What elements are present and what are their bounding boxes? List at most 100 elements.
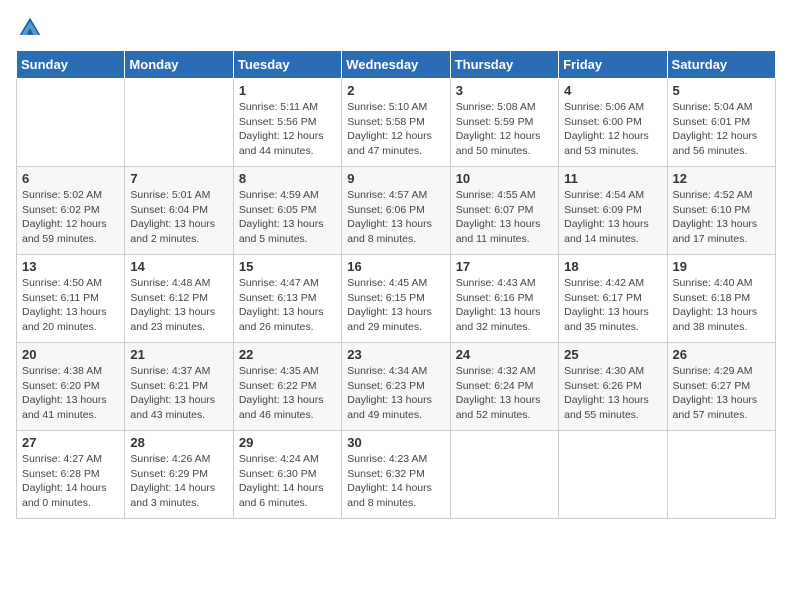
cell-detail: Sunrise: 4:34 AM Sunset: 6:23 PM Dayligh…	[347, 364, 444, 423]
day-number: 5	[673, 83, 770, 98]
calendar-cell: 4 Sunrise: 5:06 AM Sunset: 6:00 PM Daylig…	[559, 79, 667, 167]
cell-detail: Sunrise: 4:54 AM Sunset: 6:09 PM Dayligh…	[564, 188, 661, 247]
cell-detail: Sunrise: 4:59 AM Sunset: 6:05 PM Dayligh…	[239, 188, 336, 247]
cell-detail: Sunrise: 4:48 AM Sunset: 6:12 PM Dayligh…	[130, 276, 227, 335]
calendar-cell: 17 Sunrise: 4:43 AM Sunset: 6:16 PM Dayli…	[450, 255, 558, 343]
cell-detail: Sunrise: 5:02 AM Sunset: 6:02 PM Dayligh…	[22, 188, 119, 247]
calendar-cell: 16 Sunrise: 4:45 AM Sunset: 6:15 PM Dayli…	[342, 255, 450, 343]
cell-detail: Sunrise: 4:26 AM Sunset: 6:29 PM Dayligh…	[130, 452, 227, 511]
calendar-cell: 24 Sunrise: 4:32 AM Sunset: 6:24 PM Dayli…	[450, 343, 558, 431]
cell-detail: Sunrise: 4:24 AM Sunset: 6:30 PM Dayligh…	[239, 452, 336, 511]
logo-icon	[18, 16, 42, 40]
calendar-cell: 29 Sunrise: 4:24 AM Sunset: 6:30 PM Dayli…	[233, 431, 341, 519]
day-number: 21	[130, 347, 227, 362]
calendar-cell: 20 Sunrise: 4:38 AM Sunset: 6:20 PM Dayli…	[17, 343, 125, 431]
day-number: 6	[22, 171, 119, 186]
calendar-cell: 23 Sunrise: 4:34 AM Sunset: 6:23 PM Dayli…	[342, 343, 450, 431]
day-number: 4	[564, 83, 661, 98]
weekday-header-saturday: Saturday	[667, 51, 775, 79]
cell-detail: Sunrise: 5:04 AM Sunset: 6:01 PM Dayligh…	[673, 100, 770, 159]
cell-detail: Sunrise: 4:47 AM Sunset: 6:13 PM Dayligh…	[239, 276, 336, 335]
calendar-cell: 28 Sunrise: 4:26 AM Sunset: 6:29 PM Dayli…	[125, 431, 233, 519]
day-number: 2	[347, 83, 444, 98]
weekday-header-sunday: Sunday	[17, 51, 125, 79]
calendar-cell: 10 Sunrise: 4:55 AM Sunset: 6:07 PM Dayli…	[450, 167, 558, 255]
cell-detail: Sunrise: 5:10 AM Sunset: 5:58 PM Dayligh…	[347, 100, 444, 159]
calendar-cell: 26 Sunrise: 4:29 AM Sunset: 6:27 PM Dayli…	[667, 343, 775, 431]
cell-detail: Sunrise: 5:08 AM Sunset: 5:59 PM Dayligh…	[456, 100, 553, 159]
day-number: 3	[456, 83, 553, 98]
calendar-cell: 2 Sunrise: 5:10 AM Sunset: 5:58 PM Daylig…	[342, 79, 450, 167]
week-row-5: 27Sunrise: 4:27 AM Sunset: 6:28 PM Dayli…	[17, 431, 776, 519]
weekday-header-monday: Monday	[125, 51, 233, 79]
day-number: 10	[456, 171, 553, 186]
calendar-cell: 18Sunrise: 4:42 AM Sunset: 6:17 PM Dayli…	[559, 255, 667, 343]
cell-detail: Sunrise: 5:01 AM Sunset: 6:04 PM Dayligh…	[130, 188, 227, 247]
day-number: 14	[130, 259, 227, 274]
cell-detail: Sunrise: 4:43 AM Sunset: 6:16 PM Dayligh…	[456, 276, 553, 335]
cell-detail: Sunrise: 5:11 AM Sunset: 5:56 PM Dayligh…	[239, 100, 336, 159]
day-number: 24	[456, 347, 553, 362]
calendar-cell: 5 Sunrise: 5:04 AM Sunset: 6:01 PM Daylig…	[667, 79, 775, 167]
day-number: 26	[673, 347, 770, 362]
calendar-cell: 22 Sunrise: 4:35 AM Sunset: 6:22 PM Dayli…	[233, 343, 341, 431]
day-number: 22	[239, 347, 336, 362]
cell-detail: Sunrise: 5:06 AM Sunset: 6:00 PM Dayligh…	[564, 100, 661, 159]
cell-detail: Sunrise: 4:23 AM Sunset: 6:32 PM Dayligh…	[347, 452, 444, 511]
week-row-1: 1 Sunrise: 5:11 AM Sunset: 5:56 PM Daylig…	[17, 79, 776, 167]
week-row-4: 20 Sunrise: 4:38 AM Sunset: 6:20 PM Dayli…	[17, 343, 776, 431]
day-number: 20	[22, 347, 119, 362]
cell-detail: Sunrise: 4:30 AM Sunset: 6:26 PM Dayligh…	[564, 364, 661, 423]
day-number: 25	[564, 347, 661, 362]
calendar-cell: 13 Sunrise: 4:50 AM Sunset: 6:11 PM Dayli…	[17, 255, 125, 343]
cell-detail: Sunrise: 4:29 AM Sunset: 6:27 PM Dayligh…	[673, 364, 770, 423]
calendar-cell: 7 Sunrise: 5:01 AM Sunset: 6:04 PM Daylig…	[125, 167, 233, 255]
weekday-header-friday: Friday	[559, 51, 667, 79]
calendar-cell	[450, 431, 558, 519]
calendar-cell: 30Sunrise: 4:23 AM Sunset: 6:32 PM Dayli…	[342, 431, 450, 519]
calendar-cell: 6 Sunrise: 5:02 AM Sunset: 6:02 PM Daylig…	[17, 167, 125, 255]
calendar-cell: 1 Sunrise: 5:11 AM Sunset: 5:56 PM Daylig…	[233, 79, 341, 167]
day-number: 9	[347, 171, 444, 186]
calendar-cell: 27Sunrise: 4:27 AM Sunset: 6:28 PM Dayli…	[17, 431, 125, 519]
calendar-cell: 11 Sunrise: 4:54 AM Sunset: 6:09 PM Dayli…	[559, 167, 667, 255]
calendar-cell: 15 Sunrise: 4:47 AM Sunset: 6:13 PM Dayli…	[233, 255, 341, 343]
calendar-cell	[17, 79, 125, 167]
page-header	[16, 16, 776, 40]
cell-detail: Sunrise: 4:50 AM Sunset: 6:11 PM Dayligh…	[22, 276, 119, 335]
calendar-cell: 3 Sunrise: 5:08 AM Sunset: 5:59 PM Daylig…	[450, 79, 558, 167]
weekday-header-wednesday: Wednesday	[342, 51, 450, 79]
calendar-cell: 19 Sunrise: 4:40 AM Sunset: 6:18 PM Dayli…	[667, 255, 775, 343]
day-number: 1	[239, 83, 336, 98]
day-number: 17	[456, 259, 553, 274]
cell-detail: Sunrise: 4:55 AM Sunset: 6:07 PM Dayligh…	[456, 188, 553, 247]
week-row-3: 13 Sunrise: 4:50 AM Sunset: 6:11 PM Dayli…	[17, 255, 776, 343]
cell-detail: Sunrise: 4:27 AM Sunset: 6:28 PM Dayligh…	[22, 452, 119, 511]
day-number: 16	[347, 259, 444, 274]
day-number: 29	[239, 435, 336, 450]
day-number: 7	[130, 171, 227, 186]
cell-detail: Sunrise: 4:40 AM Sunset: 6:18 PM Dayligh…	[673, 276, 770, 335]
calendar-cell: 12Sunrise: 4:52 AM Sunset: 6:10 PM Dayli…	[667, 167, 775, 255]
day-number: 23	[347, 347, 444, 362]
day-number: 18	[564, 259, 661, 274]
calendar-cell: 21 Sunrise: 4:37 AM Sunset: 6:21 PM Dayli…	[125, 343, 233, 431]
day-number: 13	[22, 259, 119, 274]
cell-detail: Sunrise: 4:57 AM Sunset: 6:06 PM Dayligh…	[347, 188, 444, 247]
cell-detail: Sunrise: 4:45 AM Sunset: 6:15 PM Dayligh…	[347, 276, 444, 335]
calendar-cell	[125, 79, 233, 167]
cell-detail: Sunrise: 4:35 AM Sunset: 6:22 PM Dayligh…	[239, 364, 336, 423]
weekday-header-thursday: Thursday	[450, 51, 558, 79]
calendar-table: SundayMondayTuesdayWednesdayThursdayFrid…	[16, 50, 776, 519]
calendar-cell	[667, 431, 775, 519]
calendar-cell: 25 Sunrise: 4:30 AM Sunset: 6:26 PM Dayli…	[559, 343, 667, 431]
day-number: 28	[130, 435, 227, 450]
day-number: 11	[564, 171, 661, 186]
day-number: 8	[239, 171, 336, 186]
day-number: 15	[239, 259, 336, 274]
cell-detail: Sunrise: 4:37 AM Sunset: 6:21 PM Dayligh…	[130, 364, 227, 423]
cell-detail: Sunrise: 4:38 AM Sunset: 6:20 PM Dayligh…	[22, 364, 119, 423]
cell-detail: Sunrise: 4:32 AM Sunset: 6:24 PM Dayligh…	[456, 364, 553, 423]
day-number: 19	[673, 259, 770, 274]
logo	[16, 16, 42, 40]
